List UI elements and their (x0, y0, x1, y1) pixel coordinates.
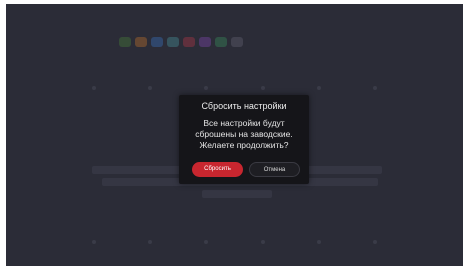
dialog-message-line: Желаете продолжить? (199, 140, 289, 150)
app-icon (119, 37, 131, 47)
background-dot (204, 240, 209, 244)
background-dot (92, 86, 97, 90)
app-icon (215, 37, 227, 47)
dialog-message: Все настройки будут сброшены на заводски… (179, 118, 309, 151)
background-dot (260, 86, 265, 90)
background-text-line (202, 190, 272, 198)
background-dot (316, 86, 321, 90)
app-icon (167, 37, 179, 47)
background-dots-row (6, 240, 463, 244)
background-dot (204, 86, 209, 90)
cancel-button[interactable]: Отмена (249, 162, 300, 177)
background-dot (92, 240, 97, 244)
app-icon (199, 37, 211, 47)
app-icon (151, 37, 163, 47)
background-app-icons (119, 37, 243, 47)
app-icon (183, 37, 195, 47)
background-dot (148, 86, 153, 90)
dialog-message-line: сброшены на заводские. (195, 129, 293, 139)
dialog-title: Сбросить настройки (201, 101, 287, 111)
tv-screen: Сбросить настройки Все настройки будут с… (6, 4, 463, 266)
background-dot (372, 240, 377, 244)
dialog-message-line: Все настройки будут (203, 118, 285, 128)
app-icon (135, 37, 147, 47)
background-dot (148, 240, 153, 244)
app-icon (231, 37, 243, 47)
background-dot (260, 240, 265, 244)
tv-frame: Сбросить настройки Все настройки будут с… (0, 0, 470, 268)
background-dots-row (6, 86, 463, 90)
reset-button[interactable]: Сбросить (192, 162, 243, 177)
reset-settings-dialog: Сбросить настройки Все настройки будут с… (179, 95, 309, 184)
background-dot (316, 240, 321, 244)
background-dot (372, 86, 377, 90)
